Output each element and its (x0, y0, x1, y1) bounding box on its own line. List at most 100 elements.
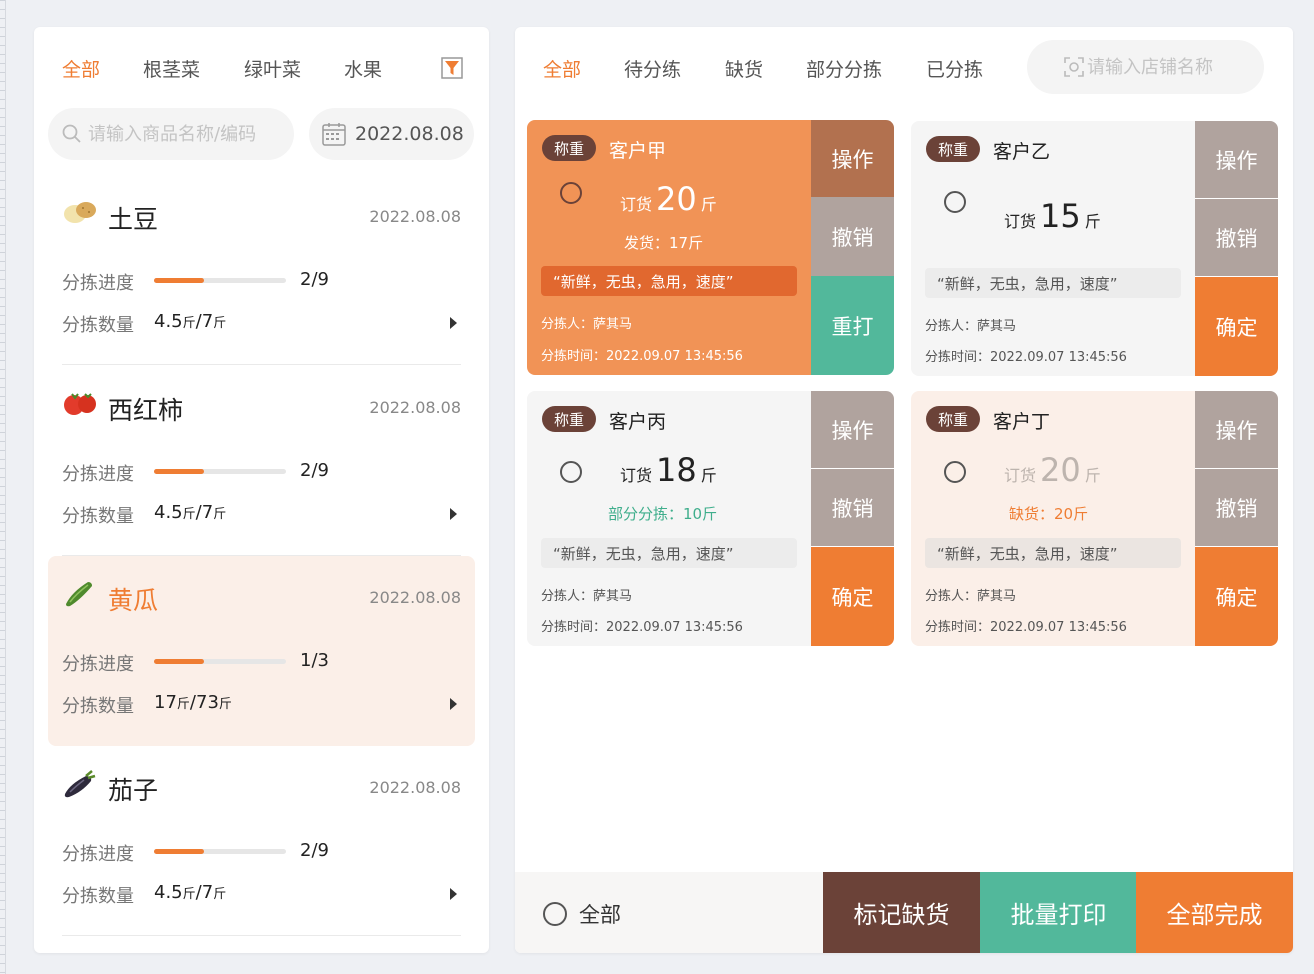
tab-status-all[interactable]: 全部 (543, 55, 581, 82)
progress-text: 2/9 (300, 840, 329, 861)
shipped-qty: 发货：17斤 (624, 234, 704, 252)
batch-print-button[interactable]: 批量打印 (980, 872, 1137, 953)
complete-all-button[interactable]: 全部完成 (1136, 872, 1293, 953)
undo-button[interactable]: 撤销 (811, 197, 894, 276)
tab-root-veg[interactable]: 根茎菜 (143, 55, 200, 82)
eggplant-icon (64, 770, 96, 798)
customer-name: 客户丁 (993, 411, 1051, 433)
order-note: “新鲜，无虫，急用，速度” (541, 538, 797, 568)
divider (62, 364, 461, 365)
product-name: 西红柿 (108, 396, 184, 425)
product-qty: 4.5斤/7斤 (154, 311, 227, 332)
weigh-badge: 称重 (926, 136, 980, 162)
product-panel: 全部 根茎菜 绿叶菜 水果 2022.08.08 土豆 (34, 27, 489, 953)
order-card[interactable]: 称重 客户丁 订货 20 斤 缺货：20斤 “新鲜，无虫，急用，速度” 分拣人：萨其… (911, 391, 1278, 646)
divider (62, 935, 461, 936)
product-qty: 17斤/73斤 (154, 692, 232, 713)
tab-status-short[interactable]: 缺货 (725, 55, 763, 82)
order-card[interactable]: 称重 客户丙 订货 18 斤 部分分拣：10斤 “新鲜，无虫，急用，速度” 分拣人：… (527, 391, 894, 646)
confirm-button[interactable]: 确定 (1195, 277, 1278, 376)
chevron-right-icon[interactable] (450, 508, 457, 520)
sort-time: 分拣时间：2022.09.07 13:45:56 (925, 620, 1127, 635)
progress-label: 分拣进度 (62, 464, 134, 485)
select-all-label: 全部 (579, 903, 621, 927)
chevron-right-icon[interactable] (450, 698, 457, 710)
category-tabs: 全部 根茎菜 绿叶菜 水果 (34, 27, 489, 107)
bottom-action-bar: 全部 标记缺货 批量打印 全部完成 (515, 872, 1293, 953)
order-quantity: 订货 15 斤 (1004, 197, 1101, 235)
potato-icon (64, 202, 96, 223)
chevron-right-icon[interactable] (450, 888, 457, 900)
product-qty: 4.5斤/7斤 (154, 502, 227, 523)
tab-status-sorted[interactable]: 已分拣 (926, 55, 983, 82)
date-value: 2022.08.08 (355, 123, 464, 145)
sort-time: 分拣时间：2022.09.07 13:45:56 (541, 620, 743, 635)
progress-label: 分拣进度 (62, 654, 134, 675)
ruler (0, 0, 6, 974)
undo-button[interactable]: 撤销 (811, 469, 894, 546)
select-radio[interactable] (560, 461, 582, 483)
order-card-body: 称重 客户乙 订货 15 斤 “新鲜，无虫，急用，速度” 分拣人：萨其马 分拣时间：… (911, 121, 1195, 376)
select-radio[interactable] (944, 191, 966, 213)
select-radio[interactable] (560, 182, 582, 204)
cucumber-icon (66, 582, 92, 607)
order-note: “新鲜，无虫，急用，速度” (925, 538, 1181, 568)
qty-label: 分拣数量 (62, 506, 134, 527)
order-note: “新鲜，无虫，急用，速度” (541, 266, 797, 296)
chevron-right-icon[interactable] (450, 317, 457, 329)
product-search[interactable] (48, 108, 294, 160)
progress-label: 分拣进度 (62, 273, 134, 294)
operate-button[interactable]: 操作 (1195, 121, 1278, 198)
product-name: 黄瓜 (108, 586, 159, 615)
undo-button[interactable]: 撤销 (1195, 469, 1278, 546)
tab-status-pending[interactable]: 待分练 (624, 55, 681, 82)
product-name: 土豆 (108, 205, 159, 234)
progress-label: 分拣进度 (62, 844, 134, 865)
order-card[interactable]: 称重 客户乙 订货 15 斤 “新鲜，无虫，急用，速度” 分拣人：萨其马 分拣时间：… (911, 121, 1278, 376)
shop-search[interactable] (1027, 40, 1264, 94)
operate-button[interactable]: 操作 (811, 120, 894, 197)
qty-label: 分拣数量 (62, 886, 134, 907)
mark-short-button[interactable]: 标记缺货 (823, 872, 980, 953)
progress-bar (154, 849, 286, 854)
product-search-input[interactable] (88, 123, 288, 145)
order-card[interactable]: 称重 客户甲 订货 20 斤 发货：17斤 “新鲜，无虫，急用，速度” 分拣人：萨其… (527, 120, 894, 375)
order-quantity: 订货 20 斤 (1004, 451, 1101, 489)
weigh-badge: 称重 (542, 406, 596, 432)
select-all-circle[interactable] (543, 902, 567, 926)
confirm-button[interactable]: 确定 (811, 547, 894, 646)
shortage-qty: 缺货：20斤 (1009, 505, 1089, 523)
product-date: 2022.08.08 (369, 778, 461, 797)
filter-icon[interactable] (441, 57, 463, 79)
operate-button[interactable]: 操作 (1195, 391, 1278, 468)
scan-icon (1064, 57, 1084, 77)
tab-all[interactable]: 全部 (62, 55, 100, 82)
product-item-tomato[interactable]: 西红柿 2022.08.08 分拣进度 2/9 分拣数量 4.5斤/7斤 (48, 366, 475, 556)
order-card-body: 称重 客户丁 订货 20 斤 缺货：20斤 “新鲜，无虫，急用，速度” 分拣人：萨其… (911, 391, 1195, 646)
order-note: “新鲜，无虫，急用，速度” (925, 268, 1181, 298)
product-item-eggplant[interactable]: 茄子 2022.08.08 分拣进度 2/9 分拣数量 4.5斤/7斤 (48, 746, 475, 936)
select-radio[interactable] (944, 461, 966, 483)
date-picker[interactable]: 2022.08.08 (309, 108, 474, 160)
order-card-body: 称重 客户丙 订货 18 斤 部分分拣：10斤 “新鲜，无虫，急用，速度” 分拣人：… (527, 391, 811, 646)
customer-name: 客户丙 (609, 411, 667, 433)
order-panel: 全部 待分练 缺货 部分分拣 已分拣 称重 客户甲 订货20斤 发货：17斤 “… (515, 27, 1293, 953)
tab-fruit[interactable]: 水果 (344, 55, 382, 82)
partial-sort-qty: 部分分拣：10斤 (608, 505, 718, 523)
shop-search-input[interactable] (1087, 56, 1257, 78)
product-item-cucumber[interactable]: 黄瓜 2022.08.08 分拣进度 1/3 分拣数量 17斤/73斤 (48, 556, 475, 746)
operate-button[interactable]: 操作 (811, 391, 894, 468)
sorter-name: 分拣人：萨其马 (541, 589, 633, 604)
select-all-checkbox[interactable]: 全部 (543, 899, 621, 929)
confirm-button[interactable]: 确定 (1195, 547, 1278, 646)
sorter-name: 分拣人：萨其马 (925, 589, 1017, 604)
order-card-body: 称重 客户甲 订货 20 斤 发货：17斤 “新鲜，无虫，急用，速度” 分拣人：萨其… (527, 120, 811, 375)
order-quantity: 订货 20 斤 (620, 180, 717, 218)
tab-leafy-veg[interactable]: 绿叶菜 (244, 55, 301, 82)
undo-button[interactable]: 撤销 (1195, 199, 1278, 276)
tab-status-partial[interactable]: 部分分拣 (806, 55, 882, 82)
product-item-potato[interactable]: 土豆 2022.08.08 分拣进度 2/9 分拣数量 4.5斤/7斤 (48, 175, 475, 365)
reprint-button[interactable]: 重打 (811, 276, 894, 375)
sort-time: 分拣时间：2022.09.07 13:45:56 (541, 349, 743, 364)
product-date: 2022.08.08 (369, 207, 461, 226)
